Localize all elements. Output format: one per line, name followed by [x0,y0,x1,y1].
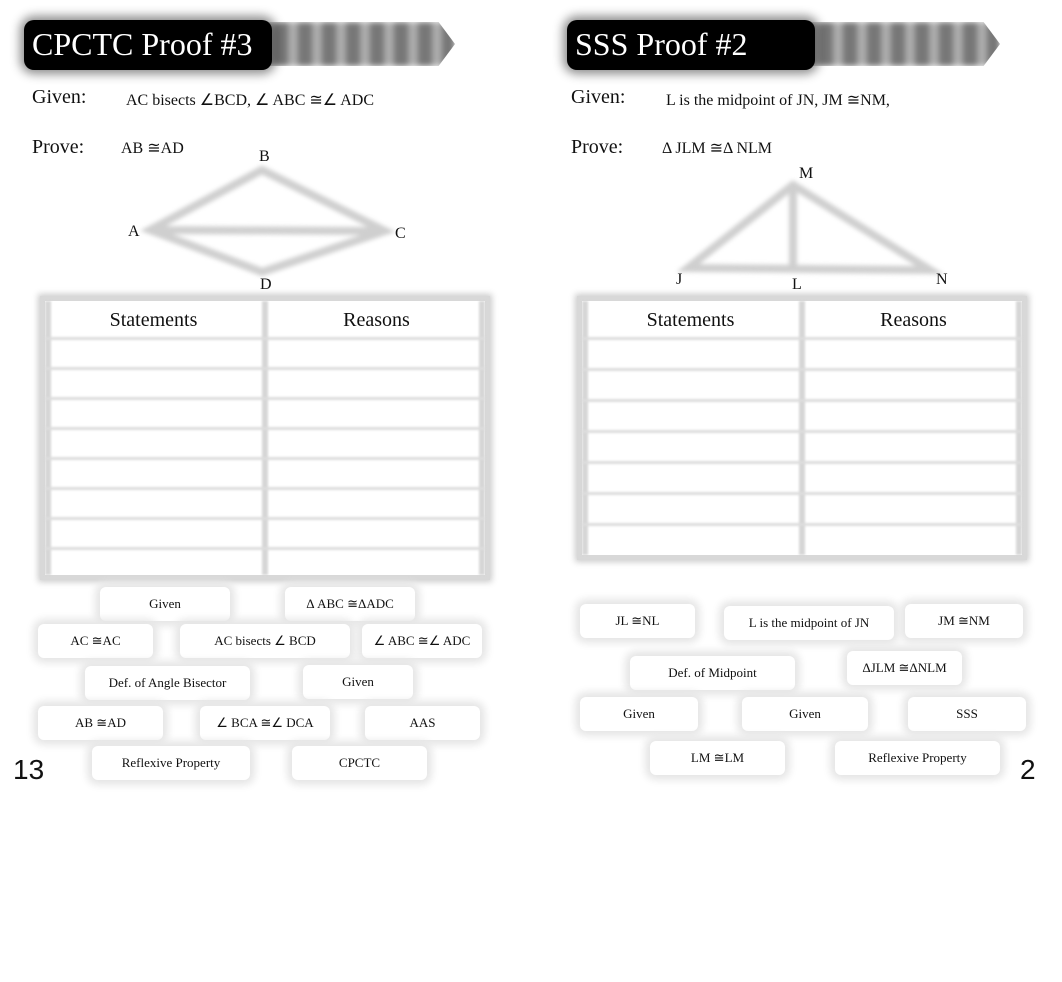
answer-tile[interactable]: L is the midpoint of JN [724,606,894,640]
left-prove-text: AB ≅AD [121,140,184,157]
statements-header: Statements [646,309,735,331]
right-given-label: Given: [571,86,626,108]
reasons-header: Reasons [880,309,947,331]
right-page-number: 2 [1020,754,1036,785]
answer-tile[interactable]: AC bisects ∠ BCD [180,624,350,658]
answer-tile[interactable]: AC ≅AC [38,624,153,658]
right-given-text: L is the midpoint of JN, JM ≅NM, [666,92,890,109]
answer-tile[interactable]: AAS [365,706,480,740]
answer-tile[interactable]: Def. of Angle Bisector [85,666,250,700]
answer-tile[interactable]: Def. of Midpoint [630,656,795,690]
point-label-m: M [799,165,814,182]
right-title: SSS Proof #2 [575,26,748,62]
answer-tile[interactable]: Given [303,665,413,699]
point-label-n: N [936,271,948,288]
answer-tile[interactable]: JL ≅NL [580,604,695,638]
answer-tile[interactable]: JM ≅NM [905,604,1023,638]
answer-tile[interactable]: Given [742,697,868,731]
left-given-label: Given: [32,86,87,108]
answer-tile[interactable]: ΔJLM ≅ΔNLM [847,651,962,685]
point-label-b: B [259,148,270,165]
answer-tile[interactable]: ∠ BCA ≅∠ DCA [200,706,330,740]
reasons-header: Reasons [343,309,410,331]
left-title: CPCTC Proof #3 [32,26,253,62]
right-prove-label: Prove: [571,136,624,158]
point-label-c: C [395,225,406,242]
answer-tile[interactable]: ∠ ABC ≅∠ ADC [362,624,482,658]
answer-tile[interactable]: CPCTC [292,746,427,780]
statements-header: Statements [109,309,198,331]
answer-tile[interactable]: Given [580,697,698,731]
answer-tile[interactable]: LM ≅LM [650,741,785,775]
answer-tile[interactable]: Given [100,587,230,621]
answer-tile[interactable]: Reflexive Property [92,746,250,780]
point-label-l: L [792,276,802,293]
answer-tile[interactable]: AB ≅AD [38,706,163,740]
left-page-number: 13 [13,754,45,785]
right-prove-text: Δ JLM ≅Δ NLM [662,140,772,157]
right-proof-table: Statements Reasons [577,296,1027,560]
point-label-j: J [676,271,683,288]
left-proof-table: Statements Reasons [40,296,490,580]
answer-tile[interactable]: Δ ABC ≅ΔADC [285,587,415,621]
left-prove-label: Prove: [32,136,85,158]
point-label-a: A [128,223,140,240]
right-diagram-triangle [676,180,945,275]
answer-tile[interactable]: Reflexive Property [835,741,1000,775]
left-given-text: AC bisects ∠BCD, ∠ ABC ≅∠ ADC [126,92,375,109]
point-label-d: D [260,276,272,293]
answer-tile[interactable]: SSS [908,697,1026,731]
